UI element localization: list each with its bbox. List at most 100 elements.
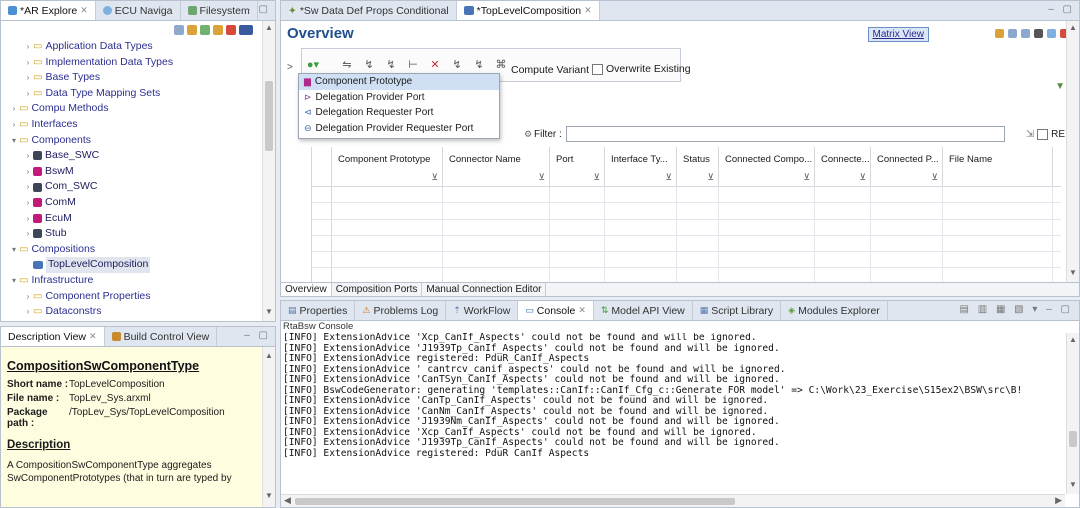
table-cell[interactable] [605, 219, 677, 235]
table-cell[interactable] [677, 187, 719, 203]
expand-arrow-icon[interactable]: › [23, 148, 33, 164]
tab-build-control-view[interactable]: Build Control View [105, 327, 218, 346]
table-cell[interactable] [677, 252, 719, 268]
tree-item-bswm[interactable]: › BswM [1, 164, 261, 180]
route-icon[interactable]: ↯ [362, 58, 376, 72]
table-cell[interactable] [943, 252, 1053, 268]
editor-scrollbar[interactable]: ▲ ▼ [1066, 21, 1079, 282]
table-cell[interactable] [871, 235, 943, 252]
settings-icon[interactable] [1021, 29, 1030, 38]
tab-problems-log[interactable]: ⚠ Problems Log [355, 301, 447, 320]
table-cell[interactable] [605, 203, 677, 219]
new-element-icon[interactable] [213, 25, 223, 35]
column-header-connected-compo[interactable]: Connected Compo... ⊻ [719, 147, 815, 186]
table-cell[interactable] [815, 219, 871, 235]
table-cell[interactable] [443, 187, 550, 203]
clear-filter-icon[interactable]: ⇲ [1026, 129, 1034, 140]
console-vscrollbar[interactable]: ▲ ▼ [1066, 333, 1079, 494]
scroll-up-icon[interactable]: ▲ [263, 23, 275, 35]
tab-ecu-navigator[interactable]: ECU Naviga [96, 1, 181, 20]
table-cell[interactable] [871, 219, 943, 235]
table-cell[interactable] [677, 203, 719, 219]
scroll-down-icon[interactable]: ▼ [1067, 480, 1079, 492]
filter-input[interactable] [566, 126, 1005, 142]
add-dropdown-icon[interactable]: ●▾ [306, 58, 320, 72]
table-cell[interactable] [815, 235, 871, 252]
column-header-file-name[interactable]: File Name [943, 147, 1053, 186]
tab-model-api-view[interactable]: ⇅ Model API View [594, 301, 693, 320]
tree-item-application-data-types[interactable]: › ▭ Application Data Types [1, 39, 261, 55]
tree-item-interfaces[interactable]: › ▭ Interfaces [1, 117, 261, 133]
column-header-connector-name[interactable]: Connector Name ⊻ [443, 147, 550, 186]
table-cell[interactable] [332, 187, 443, 203]
tab-modules-explorer[interactable]: ◈ Modules Explorer [781, 301, 888, 320]
minimize-maximize-icon[interactable]: – ▢ [244, 330, 271, 341]
table-cell[interactable] [943, 203, 1053, 219]
expand-arrow-icon[interactable]: › [9, 117, 19, 133]
column-header-connected-p[interactable]: Connected P... ⊻ [871, 147, 943, 186]
console-hscrollbar[interactable]: ◀ ▶ [281, 494, 1065, 507]
table-cell[interactable] [719, 219, 815, 235]
dropdown-item-component-prototype[interactable]: ▆ Component Prototype [299, 74, 499, 90]
table-cell[interactable] [332, 219, 443, 235]
expand-arrow-icon[interactable]: › [23, 304, 33, 320]
table-row[interactable] [312, 203, 1061, 220]
expand-toolbar-icon[interactable]: > [287, 62, 293, 73]
tab-overview[interactable]: Overview [281, 283, 332, 296]
tree-item-implementation-data-types[interactable]: › ▭ Implementation Data Types [1, 55, 261, 71]
scroll-left-icon[interactable]: ◀ [284, 495, 291, 506]
dropdown-item-delegation-provider-requester-port[interactable]: ⊖ Delegation Provider Requester Port [299, 121, 499, 137]
tree-item-components[interactable]: ▾ ▭ Components [1, 133, 261, 149]
table-cell[interactable] [677, 219, 719, 235]
tab-sw-data-def-props[interactable]: ✦ *Sw Data Def Props Conditional [281, 1, 457, 20]
route-icon[interactable]: ↯ [384, 58, 398, 72]
minimize-maximize-icon[interactable]: – ▢ [1048, 4, 1075, 15]
close-icon[interactable]: ✕ [80, 5, 88, 16]
checkbox[interactable] [592, 63, 603, 75]
column-header-port[interactable]: Port ⊻ [550, 147, 605, 186]
menu-icon[interactable] [1034, 29, 1043, 38]
expand-arrow-icon[interactable]: › [23, 195, 33, 211]
column-filter-icon[interactable]: ⊻ [803, 172, 810, 183]
tab-console[interactable]: ▭ Console ✕ [518, 301, 594, 320]
add-icon[interactable] [1047, 29, 1056, 38]
tree-item-component-properties[interactable]: › ▭ Component Properties [1, 289, 261, 305]
connect-icon[interactable]: ⇋ [340, 58, 354, 72]
close-icon[interactable]: ✕ [584, 5, 592, 16]
expand-arrow-icon[interactable]: › [23, 55, 33, 71]
tab-workflow[interactable]: ⇡ WorkFlow [446, 301, 519, 320]
tab-top-level-composition[interactable]: *TopLevelComposition ✕ [456, 1, 600, 20]
table-cell[interactable] [943, 219, 1053, 235]
column-filter-icon[interactable]: ⊻ [593, 172, 600, 183]
route-icon[interactable]: ↯ [450, 58, 464, 72]
tab-ar-explorer[interactable]: *AR Explore ✕ [1, 1, 96, 20]
expand-arrow-icon[interactable]: › [9, 101, 19, 117]
column-filter-icon[interactable]: ⊻ [707, 172, 714, 183]
regex-checkbox[interactable] [1037, 128, 1049, 140]
scroll-right-icon[interactable]: ▶ [1055, 495, 1062, 506]
table-row[interactable] [312, 235, 1061, 253]
table-cell[interactable] [550, 235, 605, 252]
table-row[interactable] [312, 252, 1061, 269]
compute-variant-button[interactable]: Compute Variant [511, 64, 589, 76]
table-cell[interactable] [332, 252, 443, 268]
column-header-status[interactable]: Status ⊻ [677, 147, 719, 186]
scroll-up-icon[interactable]: ▲ [1067, 23, 1079, 35]
table-cell[interactable] [815, 252, 871, 268]
regex-toggle[interactable]: ⇲ RE [1026, 128, 1065, 140]
table-cell[interactable] [550, 187, 605, 203]
scroll-up-icon[interactable]: ▲ [1067, 335, 1079, 347]
table-cell[interactable] [443, 252, 550, 268]
table-cell[interactable] [943, 235, 1053, 252]
expand-arrow-icon[interactable]: › [23, 211, 33, 227]
column-header-component-prototype[interactable]: Component Prototype ⊻ [332, 147, 443, 186]
expand-arrow-icon[interactable]: › [23, 179, 33, 195]
tree-item-dataconstrs[interactable]: › ▭ Dataconstrs [1, 304, 261, 320]
table-cell[interactable] [719, 187, 815, 203]
table-cell[interactable] [677, 235, 719, 252]
tab-description-view[interactable]: Description View ✕ [1, 327, 105, 346]
tree-item-comm[interactable]: › ComM [1, 195, 261, 211]
collapse-arrow-icon[interactable]: ▾ [9, 273, 19, 289]
expand-arrow-icon[interactable]: › [23, 289, 33, 305]
help-icon[interactable] [1008, 29, 1017, 38]
